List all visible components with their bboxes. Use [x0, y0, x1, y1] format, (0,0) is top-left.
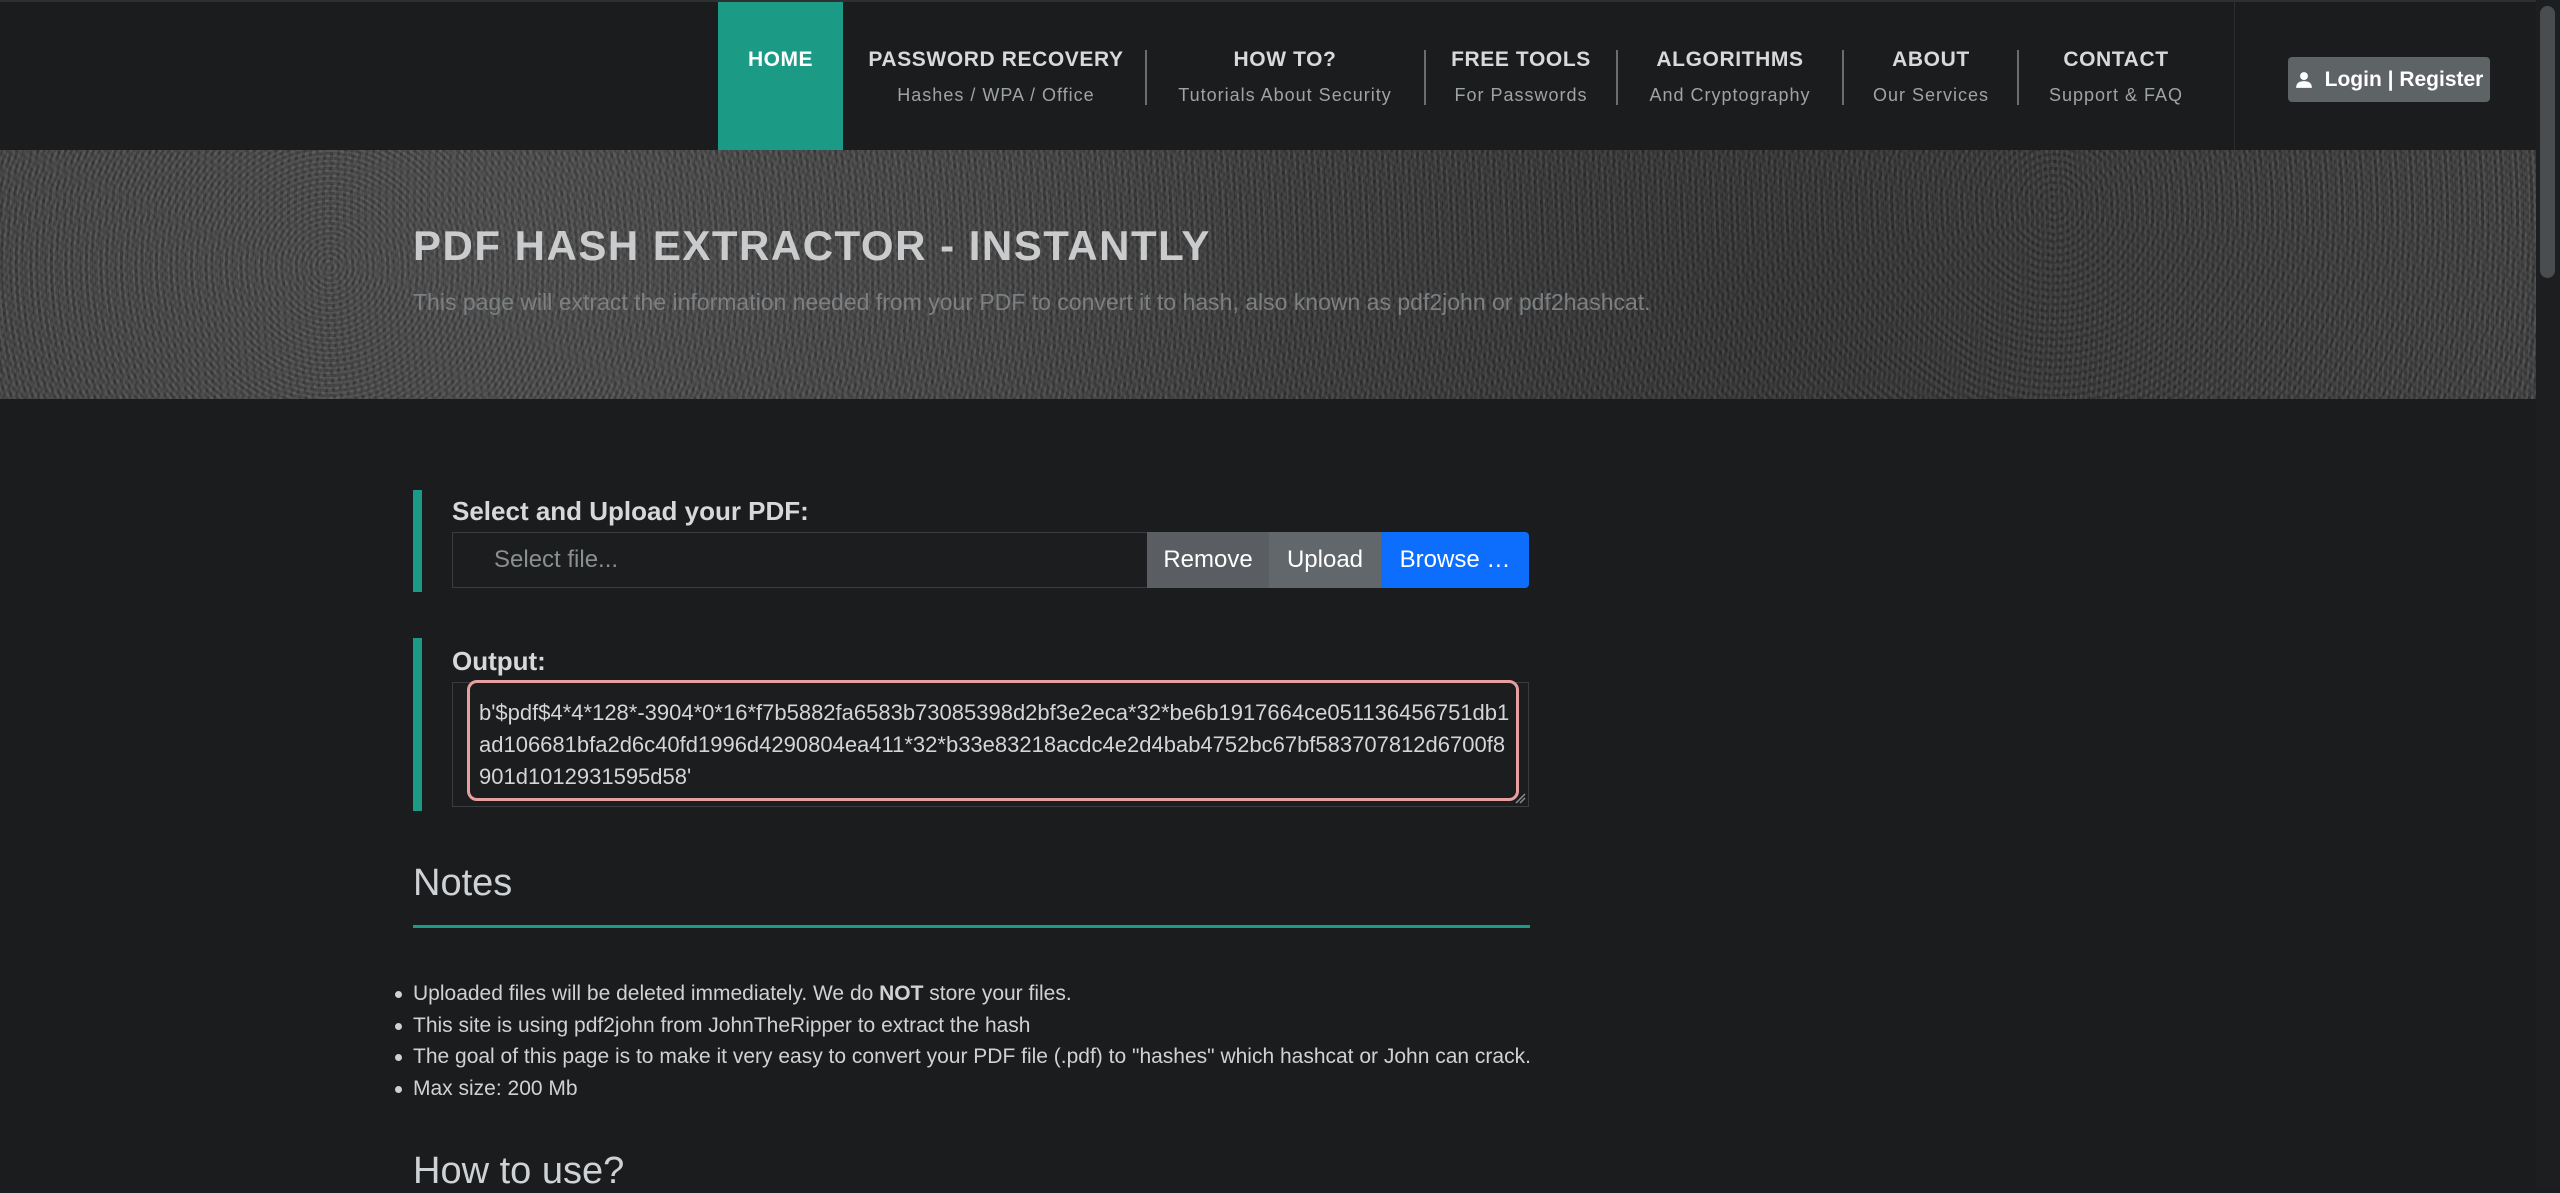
file-path-input[interactable]: Select file...: [452, 532, 1148, 588]
nav-title: HOW TO?: [1233, 48, 1337, 71]
upload-accent-bar: [413, 490, 422, 592]
upload-label: Select and Upload your PDF:: [452, 496, 809, 526]
list-item: Uploaded files will be deleted immediate…: [395, 978, 1531, 1010]
nav-subtitle: Our Services: [1872, 85, 1990, 105]
nav-home[interactable]: HOME: [718, 2, 843, 152]
nav-divider: [1616, 50, 1618, 105]
nav-title: ALGORITHMS: [1656, 48, 1804, 71]
hero-banner: PDF HASH EXTRACTOR - INSTANTLY This page…: [0, 150, 2536, 399]
nav-divider: [1424, 50, 1426, 105]
nav-subtitle: Hashes / WPA / Office: [897, 85, 1095, 105]
browse-button[interactable]: Browse …: [1381, 532, 1529, 588]
user-icon: [2295, 71, 2313, 89]
login-label: Login | Register: [2324, 67, 2484, 91]
nav-title: ABOUT: [1892, 48, 1970, 71]
remove-button[interactable]: Remove: [1147, 532, 1269, 588]
nav-subtitle: For Passwords: [1454, 85, 1588, 105]
nav-title: FREE TOOLS: [1451, 48, 1591, 71]
nav-subtitle: Tutorials About Security: [1178, 85, 1392, 105]
nav-about[interactable]: ABOUT Our Services: [1856, 2, 2006, 152]
login-register-button[interactable]: Login | Register: [2288, 57, 2490, 102]
nav-password-recovery[interactable]: PASSWORD RECOVERY Hashes / WPA / Office: [862, 2, 1130, 152]
upload-button[interactable]: Upload: [1269, 532, 1381, 588]
notes-divider: [413, 925, 1530, 928]
nav-algorithms[interactable]: ALGORITHMS And Cryptography: [1630, 2, 1830, 152]
page-scrollbar[interactable]: [2536, 0, 2560, 1187]
list-item: Max size: 200 Mb: [395, 1073, 1531, 1105]
nav-subtitle: Support & FAQ: [2048, 85, 2184, 105]
nav-divider: [1842, 50, 1844, 105]
top-navbar: HOME PASSWORD RECOVERY Hashes / WPA / Of…: [0, 0, 2536, 152]
nav-divider: [2017, 50, 2019, 105]
nav-free-tools[interactable]: FREE TOOLS For Passwords: [1440, 2, 1602, 152]
nav-title: PASSWORD RECOVERY: [868, 48, 1124, 71]
output-label: Output:: [452, 646, 546, 676]
notes-heading: Notes: [413, 862, 513, 904]
nav-separator: [2234, 2, 2235, 152]
page-subtitle: This page will extract the information n…: [413, 289, 1651, 315]
scrollbar-thumb[interactable]: [2540, 6, 2555, 278]
nav-contact[interactable]: CONTACT Support & FAQ: [2030, 2, 2202, 152]
nav-title: CONTACT: [2063, 48, 2169, 71]
resize-handle-icon[interactable]: [1514, 792, 1526, 804]
list-item: The goal of this page is to make it very…: [395, 1041, 1531, 1073]
list-item: This site is using pdf2john from JohnThe…: [395, 1010, 1531, 1042]
nav-subtitle: And Cryptography: [1649, 85, 1811, 105]
output-hash-text[interactable]: b'$pdf$4*4*128*-3904*0*16*f7b5882fa6583b…: [467, 680, 1519, 801]
output-accent-bar: [413, 638, 422, 811]
nav-divider: [1145, 50, 1147, 105]
nav-how-to[interactable]: HOW TO? Tutorials About Security: [1160, 2, 1410, 152]
notes-list: Uploaded files will be deleted immediate…: [395, 978, 1531, 1105]
page-title: PDF HASH EXTRACTOR - INSTANTLY: [413, 222, 1211, 269]
